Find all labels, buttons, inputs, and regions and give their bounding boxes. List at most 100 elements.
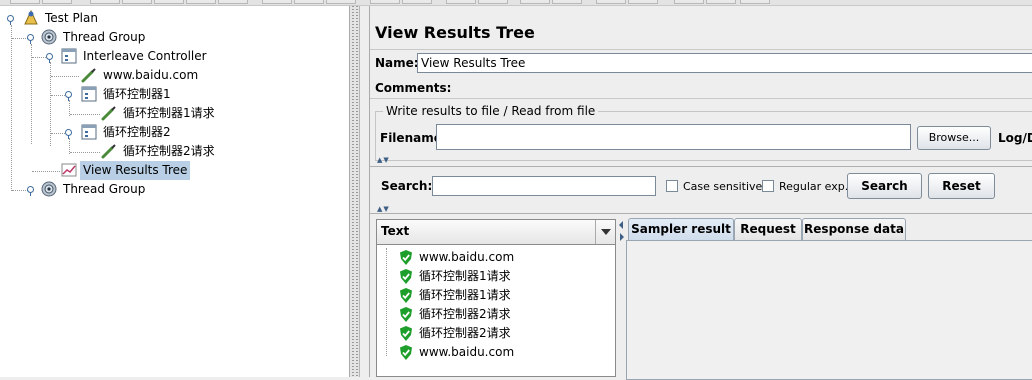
group-title: Write results to file / Read from file xyxy=(383,104,599,118)
toolbar-button[interactable] xyxy=(402,0,432,4)
toolbar-button[interactable] xyxy=(186,0,216,4)
split-pane-divider[interactable] xyxy=(350,6,360,377)
toolbar-button[interactable] xyxy=(740,0,770,4)
toolbar-button[interactable] xyxy=(90,0,120,4)
graph-icon xyxy=(61,163,77,177)
tree-expander-icon[interactable] xyxy=(46,53,53,63)
pipette-icon xyxy=(81,68,96,83)
success-shield-icon xyxy=(400,345,412,360)
view-results-tree-panel: View Results Tree Name: View Results Tre… xyxy=(369,6,1032,380)
divider xyxy=(370,166,1032,167)
toolbar-button[interactable] xyxy=(326,0,356,4)
column-header-text: Text xyxy=(381,224,410,238)
search-input[interactable] xyxy=(432,176,656,196)
tree-node-label: Test Plan xyxy=(45,11,98,25)
tree-node-http-sampler[interactable]: www.baidu.com xyxy=(80,66,201,85)
arrow-right-icon[interactable] xyxy=(620,233,624,241)
toolbar-button[interactable] xyxy=(122,0,152,4)
list-item-label: 循环控制器1请求 xyxy=(419,288,511,302)
split-pane-divider[interactable] xyxy=(618,219,626,377)
toolbar-button[interactable] xyxy=(446,0,476,4)
filename-input[interactable] xyxy=(436,124,911,150)
toolbar-button[interactable] xyxy=(154,0,184,4)
divider xyxy=(370,49,1032,50)
tab-response-data[interactable]: Response data xyxy=(802,218,906,241)
tree-connector xyxy=(70,152,100,153)
page-title: View Results Tree xyxy=(375,23,535,42)
tree-connector xyxy=(31,44,32,144)
toolbar-button[interactable] xyxy=(42,0,72,4)
tree-node-thread-group[interactable]: Thread Group xyxy=(40,28,148,47)
chevron-down-icon[interactable] xyxy=(595,220,615,244)
toolbar-button[interactable] xyxy=(370,0,400,4)
collapse-arrows-icon[interactable]: ▲▼ xyxy=(377,205,390,213)
tree-node-label: Thread Group xyxy=(63,182,146,196)
success-shield-icon xyxy=(400,307,412,322)
tree-node-thread-group[interactable]: Thread Group xyxy=(40,180,148,199)
success-shield-icon xyxy=(400,288,412,303)
toolbar-button[interactable] xyxy=(478,0,508,4)
results-list[interactable]: Text www.baidu.com 循环控制器1请求 循环控制器1请求 循环控… xyxy=(376,219,616,377)
divider xyxy=(370,213,1032,214)
tab-request[interactable]: Request xyxy=(734,218,802,241)
toolbar-button[interactable] xyxy=(706,0,736,4)
tree-node-view-results-tree[interactable]: View Results Tree xyxy=(60,161,191,180)
list-item-label: www.baidu.com xyxy=(419,250,515,264)
tree-node-loop-request-2[interactable]: 循环控制器2请求 xyxy=(100,142,218,161)
tab-sampler-result[interactable]: Sampler result xyxy=(628,218,734,241)
gear-icon xyxy=(41,29,57,45)
tree-connector xyxy=(11,25,12,191)
tree-expander-icon[interactable] xyxy=(7,15,14,25)
toolbar-button[interactable] xyxy=(520,0,550,4)
tree-expander-icon[interactable] xyxy=(27,186,34,196)
controller-icon xyxy=(81,124,97,140)
search-label: Search: xyxy=(381,179,433,193)
tree-node-loop-controller-1[interactable]: 循环控制器1 xyxy=(80,85,174,104)
success-shield-icon xyxy=(400,250,412,265)
tree-expander-icon[interactable] xyxy=(65,91,72,101)
list-item-label: 循环控制器1请求 xyxy=(419,269,511,283)
toolbar-button[interactable] xyxy=(294,0,324,4)
tree-node-loop-request-1[interactable]: 循环控制器1请求 xyxy=(100,104,218,123)
pipette-icon xyxy=(101,106,116,121)
name-input[interactable]: View Results Tree xyxy=(417,53,1032,73)
toolbar-button[interactable] xyxy=(674,0,704,4)
regex-label: Regular exp. xyxy=(779,180,849,193)
arrow-left-icon[interactable] xyxy=(619,221,623,229)
tree-node-interleave-controller[interactable]: Interleave Controller xyxy=(60,47,210,66)
tree-node-label: View Results Tree xyxy=(80,161,191,180)
tree-node-label: 循环控制器1 xyxy=(103,87,171,101)
filename-label: Filename xyxy=(380,131,442,145)
regex-checkbox[interactable] xyxy=(762,180,774,192)
toolbar-button[interactable] xyxy=(262,0,292,4)
search-button[interactable]: Search xyxy=(847,173,922,199)
reset-button[interactable]: Reset xyxy=(928,173,995,199)
controller-icon xyxy=(81,86,97,102)
tree-connector xyxy=(386,248,387,356)
tree-node-label: 循环控制器2 xyxy=(103,125,171,139)
tree-connector xyxy=(51,76,79,77)
case-sensitive-label: Case sensitive xyxy=(683,180,763,193)
tree-node-test-plan[interactable]: Test Plan xyxy=(22,9,101,28)
toolbar-button[interactable] xyxy=(552,0,582,4)
success-shield-icon xyxy=(400,269,412,284)
tree-expander-icon[interactable] xyxy=(65,129,72,139)
case-sensitive-checkbox[interactable] xyxy=(666,180,678,192)
toolbar-button[interactable] xyxy=(628,0,658,4)
tree-node-label: 循环控制器2请求 xyxy=(123,144,215,158)
divider xyxy=(370,98,1032,99)
tree-expander-icon[interactable] xyxy=(27,34,34,44)
tree-node-loop-controller-2[interactable]: 循环控制器2 xyxy=(80,123,174,142)
collapse-arrows-icon[interactable]: ▲▼ xyxy=(377,156,390,164)
log-display-label: Log/Di xyxy=(998,131,1032,145)
toolbar-button[interactable] xyxy=(596,0,626,4)
name-label: Name: xyxy=(375,56,419,70)
browse-button[interactable]: Browse... xyxy=(917,126,991,150)
sampler-result-content xyxy=(626,240,1032,380)
toolbar-button[interactable] xyxy=(218,0,248,4)
tree-node-label: Thread Group xyxy=(63,30,146,44)
test-plan-tree[interactable]: Test Plan Thread Group Interleave Contro… xyxy=(0,6,350,377)
toolbar-button[interactable] xyxy=(10,0,40,4)
tree-connector xyxy=(32,171,60,172)
controller-icon xyxy=(61,48,77,64)
